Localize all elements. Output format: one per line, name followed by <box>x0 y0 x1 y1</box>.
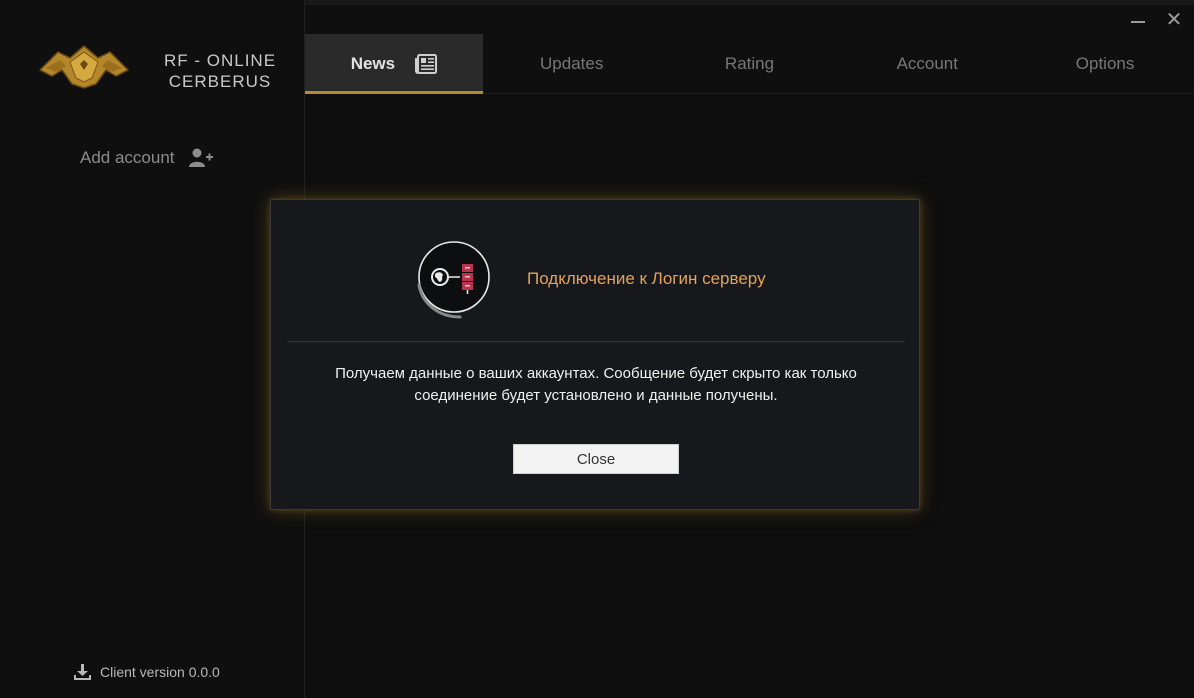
window-close-button[interactable]: ✕ <box>1164 8 1184 31</box>
close-icon: ✕ <box>1165 8 1183 31</box>
window-controls: ✕ <box>1128 8 1184 31</box>
tab-news[interactable]: News <box>305 34 483 94</box>
tab-label: Updates <box>540 54 604 73</box>
tab-options[interactable]: Options <box>1016 34 1194 94</box>
launcher-window: RF - ONLINE CERBERUS Add account Client … <box>0 0 1194 698</box>
download-icon <box>74 664 91 680</box>
server-connection-icon <box>417 241 490 319</box>
client-version: Client version 0.0.0 <box>74 664 220 680</box>
tab-updates[interactable]: Updates <box>483 34 661 94</box>
brand-line-1: RF - ONLINE <box>163 51 277 70</box>
dragon-logo-icon <box>38 45 130 89</box>
dialog-title: Подключение к Логин серверу <box>527 269 766 288</box>
dialog-message-line-1: Получаем данные о ваших аккаунтах. Сообщ… <box>335 365 857 382</box>
dialog-message-line-2: соединение будет установлено и данные по… <box>414 387 778 404</box>
client-version-label: Client version 0.0.0 <box>100 664 220 680</box>
newspaper-icon <box>415 54 438 74</box>
sidebar: RF - ONLINE CERBERUS Add account Client … <box>0 0 305 698</box>
dialog-message: Получаем данные о ваших аккаунтах. Сообщ… <box>291 363 901 407</box>
dialog-close-button[interactable]: Close <box>513 444 679 474</box>
nav-tabs: News Updates Rating Account Options <box>305 34 1194 94</box>
minimize-icon <box>1131 21 1145 23</box>
tab-label: Account <box>896 54 958 73</box>
tab-label: Options <box>1075 54 1135 73</box>
add-account-button[interactable]: Add account <box>80 148 213 168</box>
minimize-button[interactable] <box>1128 8 1148 30</box>
user-plus-icon <box>188 148 213 167</box>
add-account-label: Add account <box>80 148 175 167</box>
tab-label: News <box>350 54 396 73</box>
tab-account[interactable]: Account <box>838 34 1016 94</box>
dialog-divider <box>287 341 905 342</box>
connection-dialog: Подключение к Логин серверу Получаем дан… <box>270 199 920 510</box>
tab-label: Rating <box>724 54 775 73</box>
brand-line-2: CERBERUS <box>168 72 272 91</box>
tab-rating[interactable]: Rating <box>661 34 839 94</box>
brand-title: RF - ONLINE CERBERUS <box>150 50 290 92</box>
